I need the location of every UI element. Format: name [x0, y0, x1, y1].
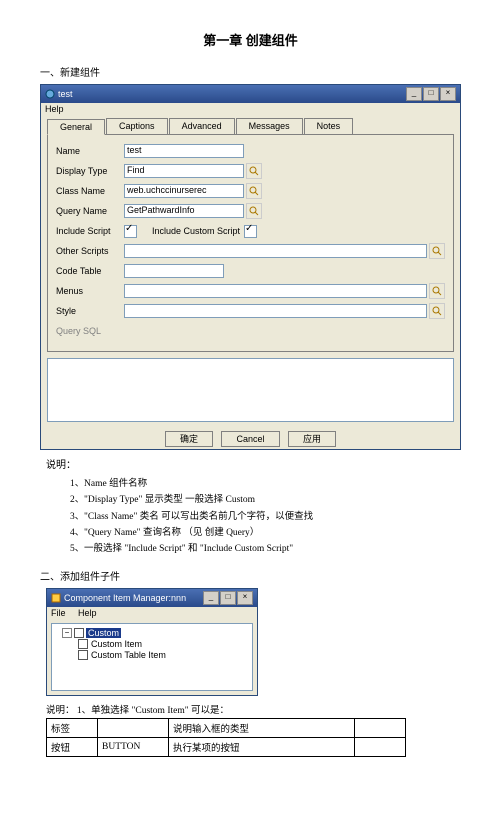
cell: BUTTON — [98, 738, 169, 757]
label-style: Style — [56, 306, 124, 316]
input-style[interactable] — [124, 304, 427, 318]
section-1-title: 一、新建组件 — [40, 64, 461, 79]
lookup-class-name-icon[interactable] — [246, 183, 262, 199]
label-class-name: Class Name — [56, 186, 124, 196]
explain-2-intro: 说明： 1、单独选择 "Custom Item" 可以是： — [46, 702, 461, 716]
label-other-scripts: Other Scripts — [56, 246, 124, 256]
lookup-query-name-icon[interactable] — [246, 203, 262, 219]
menubar: Help — [41, 103, 460, 115]
cell: 执行某项的按钮 — [169, 738, 355, 757]
input-code-table[interactable] — [124, 264, 224, 278]
textarea-query-sql[interactable] — [47, 358, 454, 422]
list-item: 1、Name 组件名称 — [70, 477, 461, 491]
checkbox-include-script[interactable] — [124, 225, 137, 238]
cell: 按钮 — [47, 738, 98, 757]
ok-button[interactable]: 确定 — [165, 431, 213, 447]
lookup-display-type-icon[interactable] — [246, 163, 262, 179]
maximize-button[interactable]: □ — [423, 87, 439, 101]
input-other-scripts[interactable] — [124, 244, 427, 258]
close-button[interactable]: × — [440, 87, 456, 101]
input-name[interactable]: test — [124, 144, 244, 158]
menubar-2: File Help — [47, 607, 257, 619]
lookup-menus-icon[interactable] — [429, 283, 445, 299]
app-icon — [45, 89, 55, 99]
item-icon — [78, 639, 88, 649]
collapse-icon[interactable]: − — [62, 628, 72, 638]
label-name: Name — [56, 146, 124, 156]
tree-child[interactable]: Custom Item — [78, 639, 248, 649]
minimize-button[interactable]: _ — [203, 591, 219, 605]
window-title-2: Component Item Manager:nnn — [64, 593, 186, 603]
titlebar: test _ □ × — [41, 85, 460, 103]
tab-messages[interactable]: Messages — [236, 118, 303, 134]
table-row: 按钮 BUTTON 执行某项的按钮 — [47, 738, 406, 757]
input-query-name[interactable]: GetPathwardInfo — [124, 204, 244, 218]
input-display-type[interactable]: Find — [124, 164, 244, 178]
menu-help[interactable]: Help — [78, 608, 97, 618]
label-query-sql: Query SQL — [56, 326, 124, 336]
tab-general[interactable]: General — [47, 119, 105, 135]
label-include-script: Include Script — [56, 226, 124, 236]
cell: 标签 — [47, 719, 98, 738]
label-code-table: Code Table — [56, 266, 124, 276]
window-title: test — [58, 89, 73, 99]
tree-child-1-label[interactable]: Custom Item — [91, 639, 142, 649]
menu-help[interactable]: Help — [45, 104, 64, 114]
tab-advanced[interactable]: Advanced — [169, 118, 235, 134]
explain-1-label: 说明： — [46, 456, 461, 471]
window-component-editor: test _ □ × Help General Captions Advance… — [40, 84, 461, 450]
tab-notes[interactable]: Notes — [304, 118, 354, 134]
label-include-custom-script: Include Custom Script — [152, 226, 240, 236]
titlebar-2: Component Item Manager:nnn _ □ × — [47, 589, 257, 607]
chapter-title: 第一章 创建组件 — [40, 30, 461, 49]
window-item-manager: Component Item Manager:nnn _ □ × File He… — [46, 588, 258, 696]
tree-root[interactable]: − Custom — [62, 628, 248, 638]
maximize-button[interactable]: □ — [220, 591, 236, 605]
section-2-title: 二、添加组件子件 — [40, 568, 461, 583]
tree-child-2-label[interactable]: Custom Table Item — [91, 650, 166, 660]
tree-root-label[interactable]: Custom — [86, 628, 121, 638]
menu-file[interactable]: File — [51, 608, 66, 618]
app-icon — [51, 593, 61, 603]
tree-child[interactable]: Custom Table Item — [78, 650, 248, 660]
label-display-type: Display Type — [56, 166, 124, 176]
table-row: 标签 说明输入框的类型 — [47, 719, 406, 738]
input-class-name[interactable]: web.uchccinurserec — [124, 184, 244, 198]
lookup-other-scripts-icon[interactable] — [429, 243, 445, 259]
cell — [355, 719, 406, 738]
tab-strip: General Captions Advanced Messages Notes — [41, 115, 460, 134]
item-type-table: 标签 说明输入框的类型 按钮 BUTTON 执行某项的按钮 — [46, 718, 406, 757]
list-item: 2、"Display Type" 显示类型 一般选择 Custom — [70, 493, 461, 507]
label-query-name: Query Name — [56, 206, 124, 216]
button-row: 确定 Cancel 应用 — [41, 428, 460, 449]
list-item: 4、"Query Name" 查询名称 （见 创建 Query） — [70, 526, 461, 540]
cancel-button[interactable]: Cancel — [221, 431, 279, 447]
cell: 说明输入框的类型 — [169, 719, 355, 738]
lookup-style-icon[interactable] — [429, 303, 445, 319]
close-button[interactable]: × — [237, 591, 253, 605]
tab-captions[interactable]: Captions — [106, 118, 168, 134]
cell — [98, 719, 169, 738]
explain-1-list: 1、Name 组件名称 2、"Display Type" 显示类型 一般选择 C… — [70, 477, 461, 556]
cell — [355, 738, 406, 757]
tree-view[interactable]: − Custom Custom Item Custom Table Item — [51, 623, 253, 691]
list-item: 3、"Class Name" 类名 可以写出类名前几个字符，以便查找 — [70, 510, 461, 524]
input-menus[interactable] — [124, 284, 427, 298]
folder-icon — [74, 628, 84, 638]
label-menus: Menus — [56, 286, 124, 296]
list-item: 5、一般选择 "Include Script" 和 "Include Custo… — [70, 542, 461, 556]
minimize-button[interactable]: _ — [406, 87, 422, 101]
form-pane: Name test Display Type Find Class Name w… — [47, 134, 454, 352]
apply-button[interactable]: 应用 — [288, 431, 336, 447]
item-icon — [78, 650, 88, 660]
checkbox-include-custom-script[interactable] — [244, 225, 257, 238]
